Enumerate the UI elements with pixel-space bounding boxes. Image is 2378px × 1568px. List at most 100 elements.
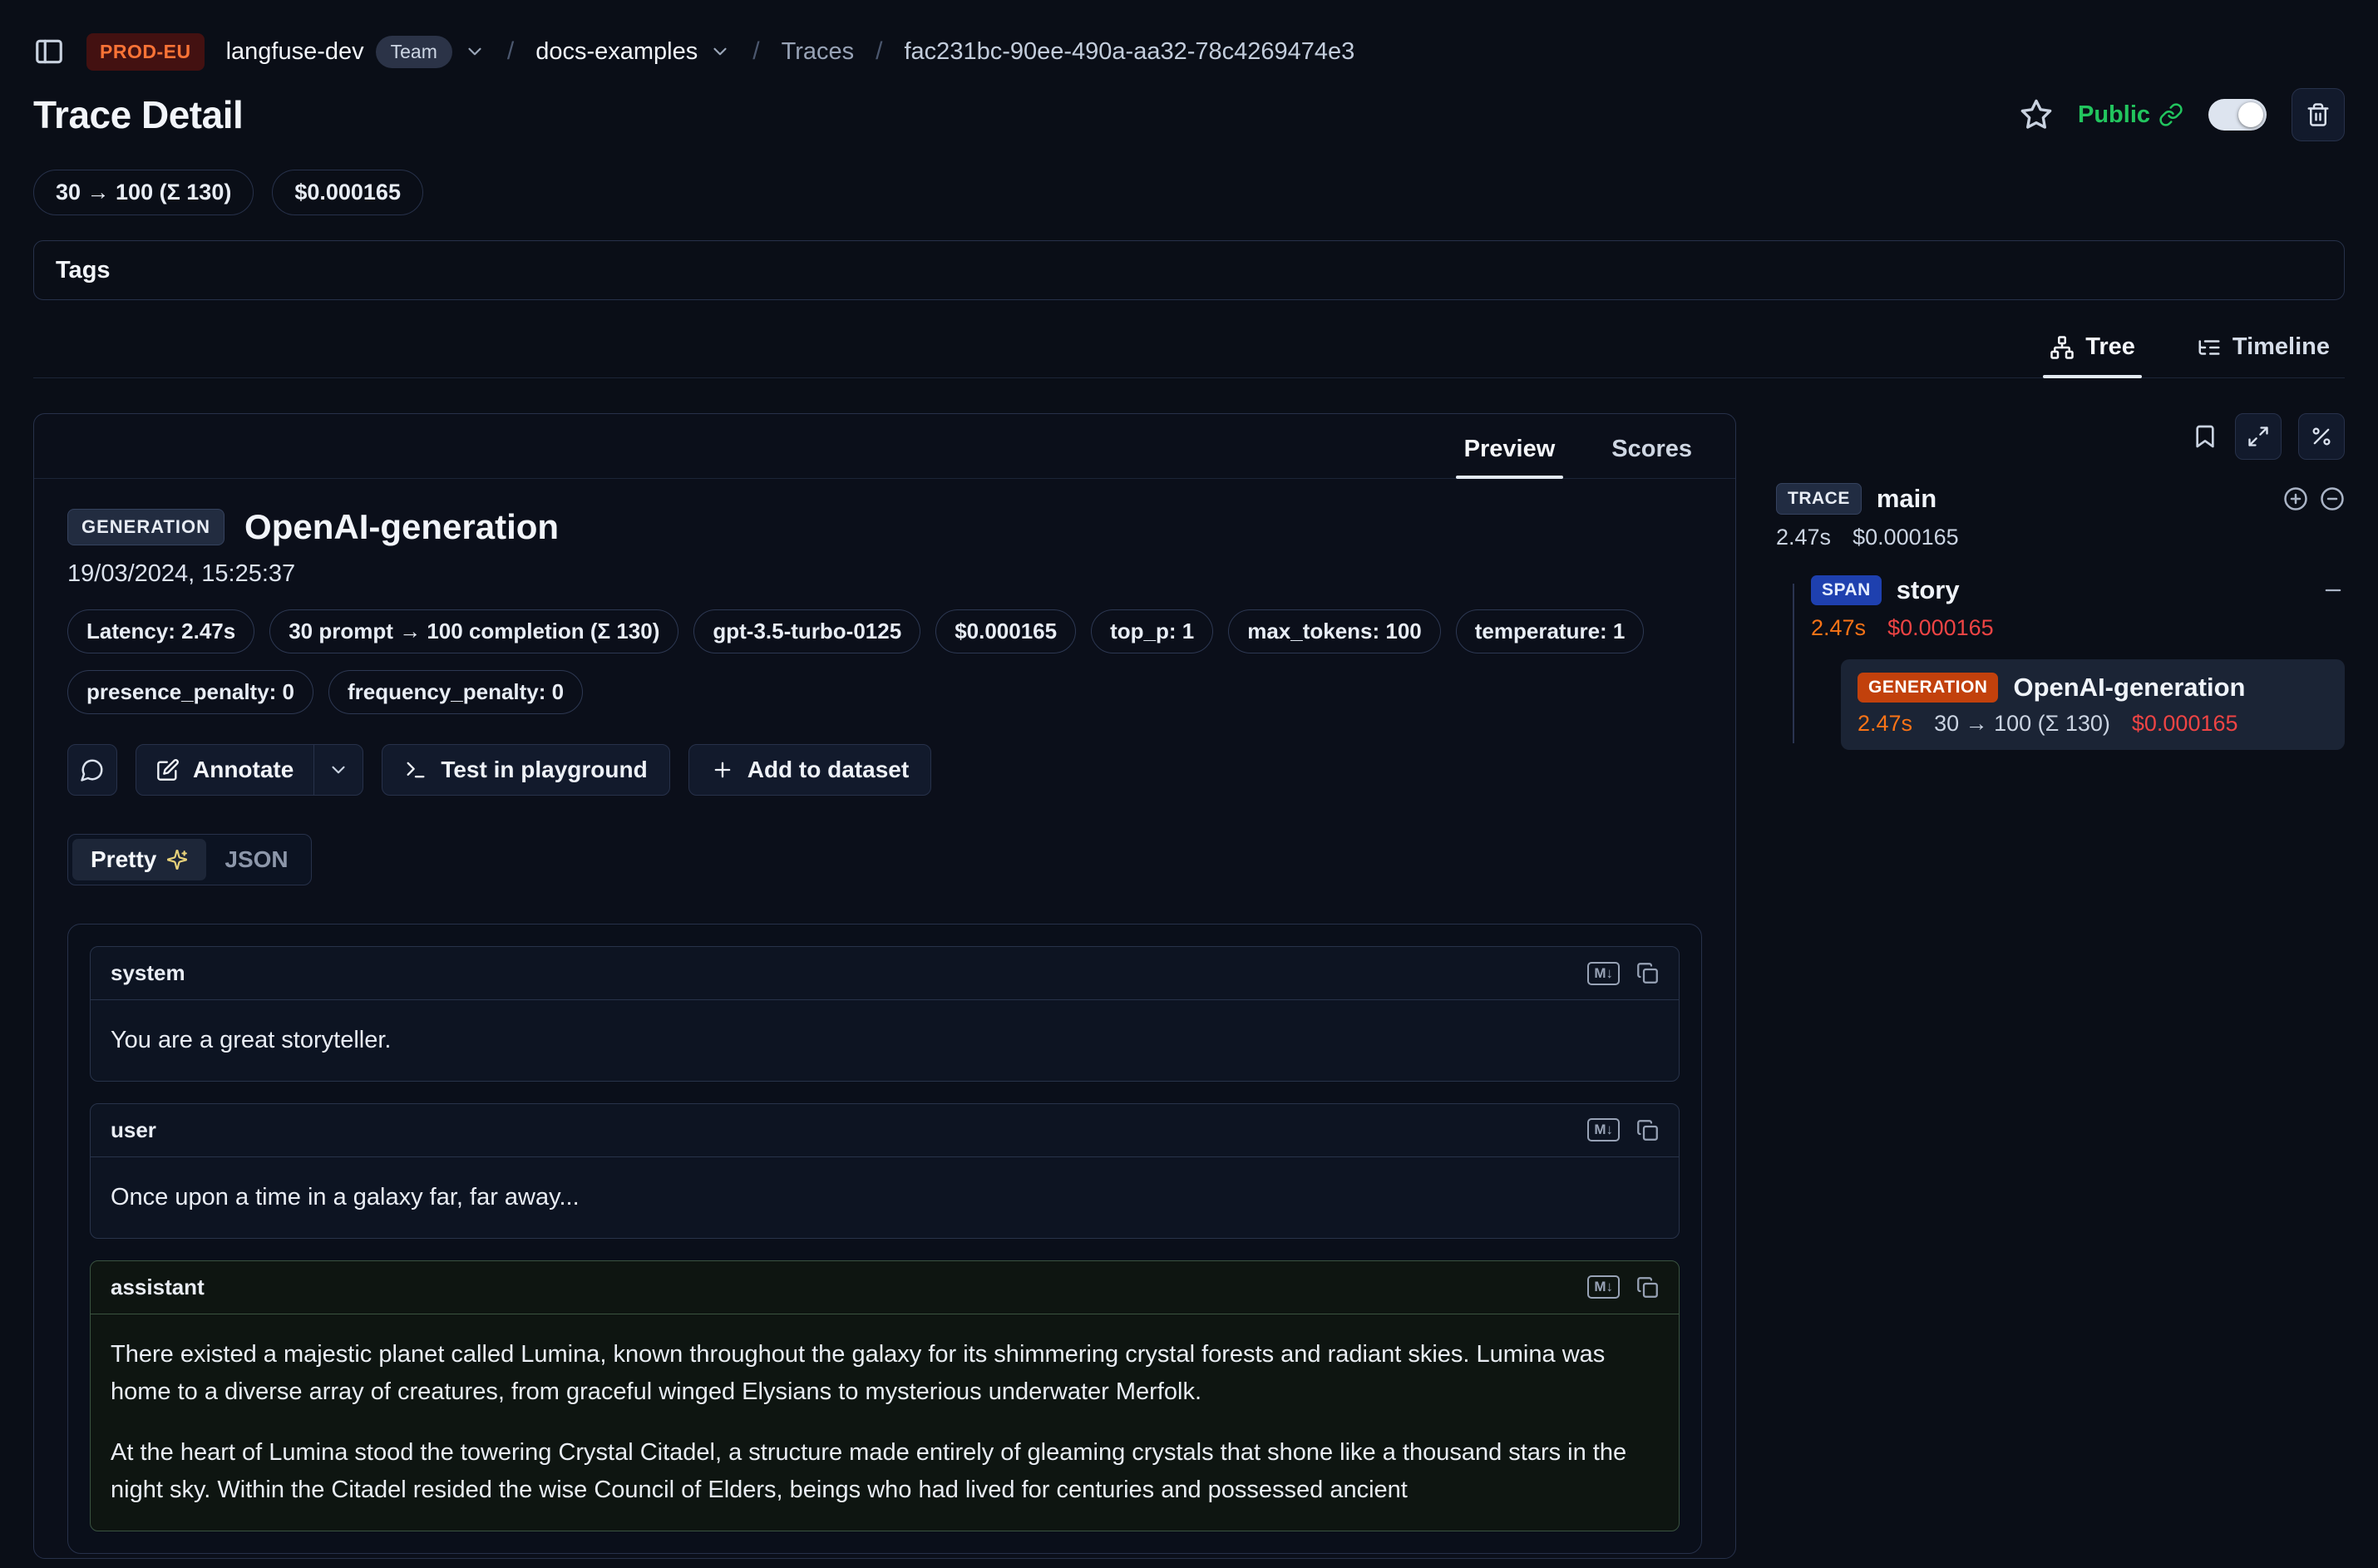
bookmark-button[interactable] [2192, 423, 2218, 450]
delete-trace-button[interactable] [2292, 88, 2345, 141]
org-name: langfuse-dev [226, 38, 364, 66]
playground-button[interactable]: Test in playground [382, 744, 669, 796]
generation-name: OpenAI-generation [2013, 673, 2245, 703]
tab-tree[interactable]: Tree [2043, 330, 2142, 377]
add-to-dataset-label: Add to dataset [747, 757, 909, 783]
org-switcher[interactable]: langfuse-dev Team [226, 36, 486, 68]
tree-trace-row[interactable]: TRACE main [1776, 483, 2345, 515]
tree-controls [1776, 413, 2345, 460]
format-pretty[interactable]: Pretty [72, 839, 206, 880]
format-json[interactable]: JSON [206, 839, 306, 880]
trace-controls [2283, 486, 2345, 511]
param-pill: presence_penalty: 0 [67, 670, 313, 714]
add-to-dataset-button[interactable]: Add to dataset [688, 744, 931, 796]
tree-generation-row[interactable]: GENERATION OpenAI-generation 2.47s 30 → … [1841, 659, 2345, 750]
public-label: Public [2078, 101, 2150, 129]
collapse-button[interactable] [2235, 413, 2282, 460]
tab-timeline[interactable]: Timeline [2190, 330, 2336, 377]
param-pills-row2: presence_penalty: 0 frequency_penalty: 0 [67, 670, 1702, 714]
environment-badge: PROD-EU [86, 33, 205, 71]
breadcrumb-separator: / [876, 37, 882, 66]
trace-tree-panel: TRACE main 2.47s $0.000165 SPAN story [1776, 413, 2345, 750]
minus-circle-icon[interactable] [2320, 486, 2345, 511]
message-paragraph: You are a great storyteller. [111, 1022, 1659, 1059]
message-header: user M↓ [91, 1104, 1679, 1156]
copy-icon[interactable] [1636, 1119, 1659, 1141]
message-header: assistant M↓ [91, 1261, 1679, 1314]
param-pill: max_tokens: 100 [1228, 609, 1441, 653]
tab-preview[interactable]: Preview [1459, 432, 1561, 478]
page-title: Trace Detail [33, 92, 243, 137]
span-collapse-button[interactable] [2321, 579, 2345, 602]
message-icons: M↓ [1587, 962, 1659, 985]
message-paragraph: Once upon a time in a galaxy far, far aw… [111, 1179, 1659, 1216]
copy-icon[interactable] [1636, 1276, 1659, 1299]
star-icon [2020, 98, 2053, 131]
content: Preview Scores GENERATION OpenAI-generat… [33, 413, 2345, 1559]
token-usage-badge: 30 → 100 (Σ 130) [33, 170, 254, 215]
markdown-icon[interactable]: M↓ [1587, 1118, 1620, 1141]
comment-button[interactable] [67, 744, 117, 796]
generation-metrics: 2.47s 30 → 100 (Σ 130) $0.000165 [1858, 711, 2328, 737]
tree-icon [2050, 335, 2075, 360]
param-pill: 30 prompt → 100 completion (Σ 130) [269, 609, 678, 653]
markdown-icon[interactable]: M↓ [1587, 1275, 1620, 1299]
message-role: assistant [111, 1275, 205, 1300]
sidebar-toggle-button[interactable] [33, 36, 65, 67]
bookmark-star-button[interactable] [2020, 98, 2053, 131]
trace-detail-page: PROD-EU langfuse-dev Team / docs-example… [0, 0, 2378, 1568]
panel-left-icon [33, 36, 65, 67]
chevron-down-icon [328, 759, 349, 781]
trace-badge: TRACE [1776, 483, 1862, 515]
plus-circle-icon[interactable] [2283, 486, 2308, 511]
param-pill: frequency_penalty: 0 [328, 670, 583, 714]
org-plan-badge: Team [376, 36, 452, 68]
trace-summary: 30 → 100 (Σ 130) $0.000165 [33, 170, 2345, 215]
markdown-icon[interactable]: M↓ [1587, 962, 1620, 985]
observation-actions: Annotate Test in playground Add to datas… [67, 744, 1702, 796]
cost-badge: $0.000165 [272, 170, 423, 215]
trace-latency: 2.47s [1776, 525, 1831, 550]
breadcrumb-traces-link[interactable]: Traces [782, 38, 855, 66]
public-link[interactable]: Public [2078, 101, 2183, 129]
message-content: There existed a majestic planet called L… [91, 1314, 1679, 1531]
param-pill: gpt-3.5-turbo-0125 [693, 609, 920, 653]
comment-icon [80, 757, 105, 782]
span-metrics: 2.47s $0.000165 [1811, 615, 2345, 641]
expand-icon [2247, 425, 2270, 448]
tags-box[interactable]: Tags [33, 240, 2345, 300]
chevron-down-icon [709, 41, 731, 62]
message-content: Once upon a time in a galaxy far, far aw… [91, 1156, 1679, 1238]
tags-label: Tags [56, 257, 111, 284]
param-pill: top_p: 1 [1091, 609, 1213, 653]
breadcrumb: PROD-EU langfuse-dev Team / docs-example… [33, 22, 2345, 81]
copy-icon[interactable] [1636, 962, 1659, 984]
project-name: docs-examples [535, 38, 698, 66]
message-header: system M↓ [91, 947, 1679, 999]
public-toggle[interactable] [2208, 99, 2267, 131]
tab-tree-label: Tree [2085, 333, 2135, 361]
project-switcher[interactable]: docs-examples [535, 38, 731, 66]
span-name: story [1897, 575, 1960, 605]
tab-timeline-label: Timeline [2232, 333, 2330, 361]
observation-body: GENERATION OpenAI-generation 19/03/2024,… [34, 479, 1735, 1559]
trace-cost: $0.000165 [1853, 525, 1959, 550]
message-role: user [111, 1117, 156, 1143]
annotate-button[interactable]: Annotate [136, 745, 313, 795]
bookmark-icon [2192, 423, 2218, 450]
tree-span-row[interactable]: SPAN story [1811, 575, 2345, 605]
observation-name: OpenAI-generation [244, 507, 559, 547]
format-toggle: Pretty JSON [67, 834, 312, 885]
message-paragraph: There existed a majestic planet called L… [111, 1336, 1659, 1411]
metrics-toggle-button[interactable] [2298, 413, 2345, 460]
tab-scores[interactable]: Scores [1606, 432, 1697, 478]
chevron-down-icon [464, 41, 486, 62]
trace-name: main [1877, 484, 1936, 514]
playground-label: Test in playground [441, 757, 647, 783]
message-content: You are a great storyteller. [91, 999, 1679, 1081]
span-cost: $0.000165 [1887, 615, 1994, 641]
annotate-dropdown-button[interactable] [313, 745, 363, 795]
message-card: assistant M↓ There existed a [90, 1260, 1680, 1531]
pretty-label: Pretty [91, 846, 156, 873]
timeline-icon [2197, 335, 2222, 360]
